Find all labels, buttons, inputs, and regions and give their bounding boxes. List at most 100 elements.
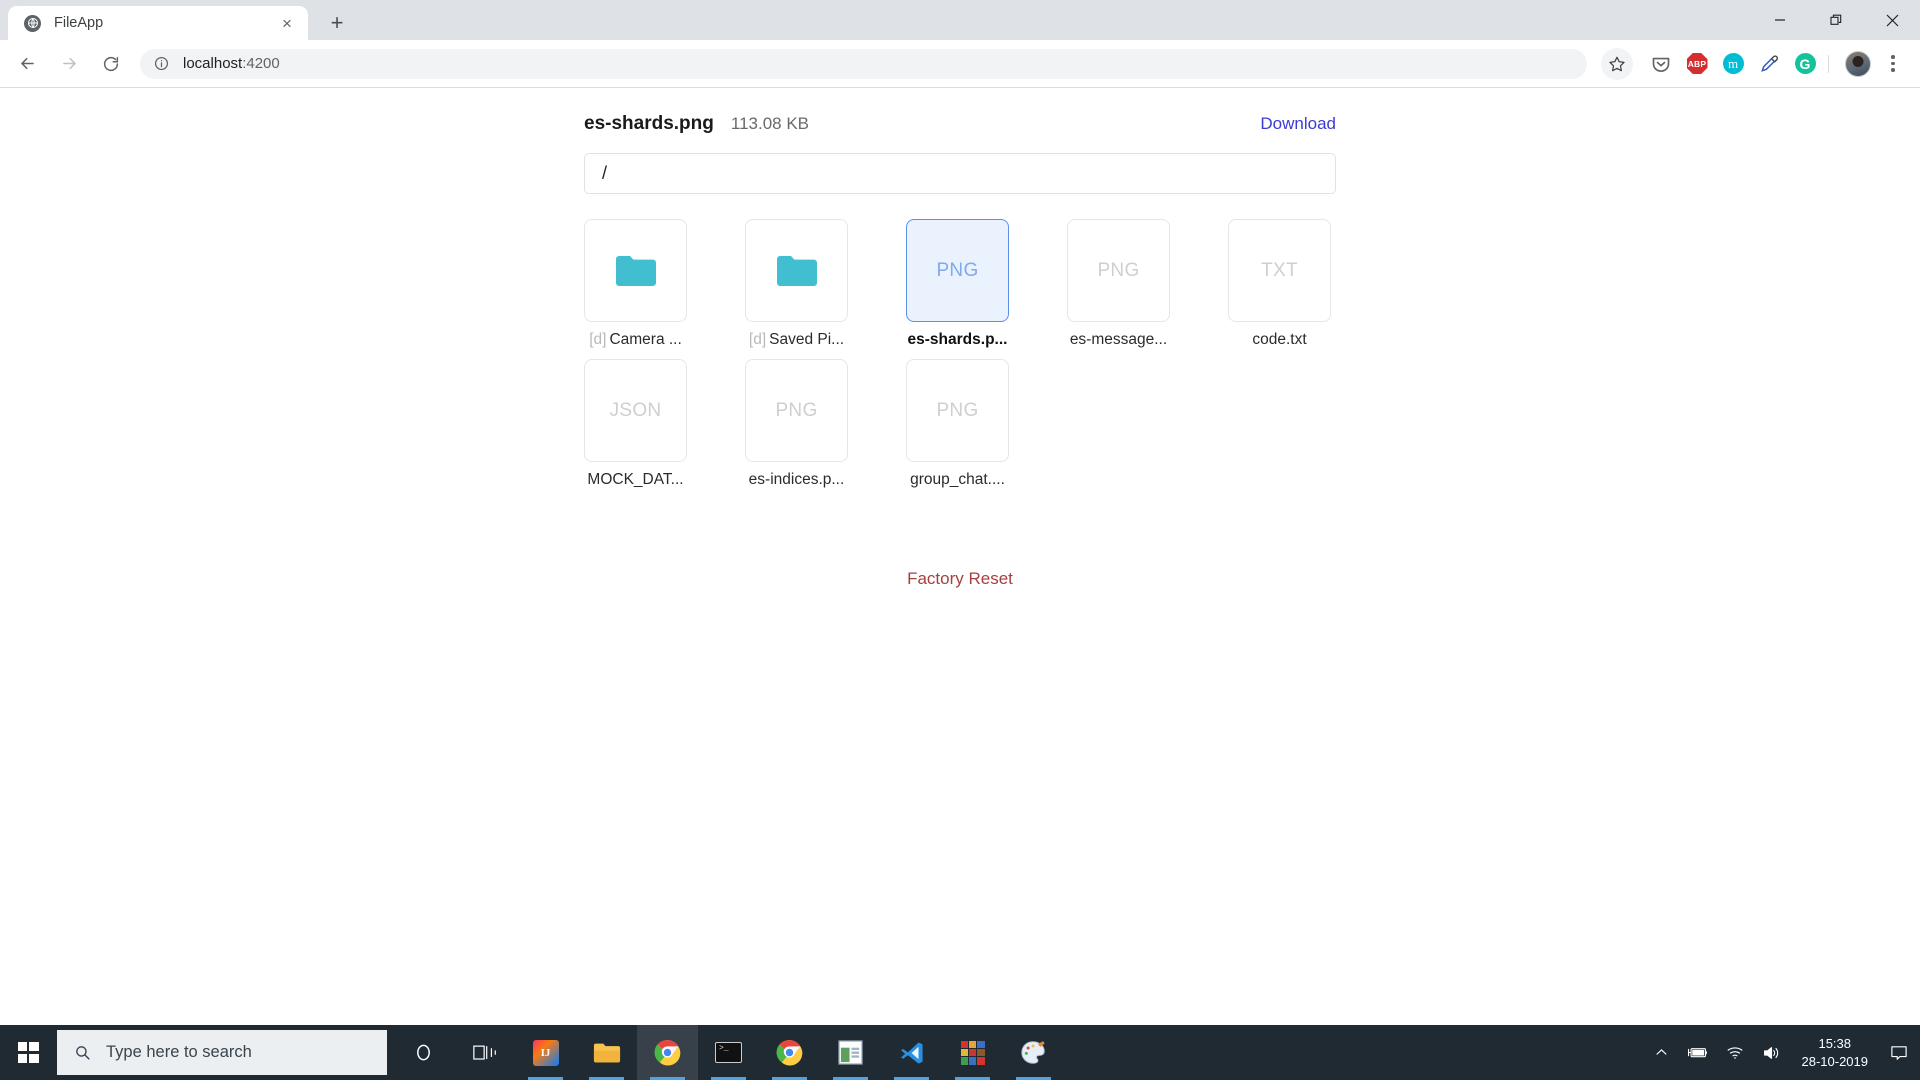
file-tile-thumbnail[interactable] — [584, 219, 687, 322]
close-icon[interactable]: × — [276, 12, 298, 34]
file-tile-thumbnail[interactable]: PNG — [906, 219, 1009, 322]
file-name-text: es-shards.p... — [907, 332, 1008, 348]
browser-tab-fileapp[interactable]: FileApp × — [8, 6, 308, 40]
avatar[interactable] — [1842, 48, 1874, 80]
pocket-icon[interactable] — [1645, 48, 1677, 80]
winrar-books-glyph — [960, 1040, 985, 1065]
momentum-icon[interactable]: m — [1717, 48, 1749, 80]
file-header: es-shards.png 113.08 KB Download — [584, 113, 1336, 141]
reload-icon[interactable] — [93, 46, 129, 82]
search-icon — [74, 1044, 91, 1061]
file-name-text: MOCK_DAT... — [587, 472, 684, 488]
show-hidden-icons-icon[interactable] — [1646, 1025, 1677, 1080]
file-tile-group-chat-png[interactable]: PNG group_chat.... — [906, 359, 1009, 499]
file-tile-label: es-indices.p... — [749, 472, 845, 488]
download-link[interactable]: Download — [1260, 114, 1336, 134]
file-tile-label: group_chat.... — [910, 472, 1005, 488]
intellij-idea-icon[interactable] — [515, 1025, 576, 1080]
file-name-text: Camera ... — [609, 332, 682, 348]
wifi-icon[interactable] — [1717, 1025, 1753, 1080]
file-name-text: es-indices.p... — [748, 472, 845, 488]
clock-time: 15:38 — [1818, 1035, 1852, 1051]
window-app-glyph — [838, 1040, 863, 1065]
battery-charging-icon[interactable] — [1677, 1025, 1717, 1080]
task-view-icon[interactable] — [454, 1025, 515, 1080]
file-tile-label: es-message... — [1070, 332, 1167, 348]
cortana-icon[interactable] — [393, 1025, 454, 1080]
file-tile-thumbnail[interactable]: PNG — [745, 359, 848, 462]
file-tile-saved-pictures[interactable]: [d] Saved Pi... — [745, 219, 848, 359]
file-extension-label: PNG — [936, 399, 979, 421]
grammarly-badge-label: G — [1794, 53, 1816, 74]
window-app-icon[interactable] — [820, 1025, 881, 1080]
winrar-icon[interactable] — [942, 1025, 1003, 1080]
globe-icon — [24, 14, 41, 32]
factory-reset-button[interactable]: Factory Reset — [907, 569, 1013, 588]
file-name-text: group_chat.... — [910, 472, 1005, 488]
browser-window: FileApp × + localhost:4200 ABP m G es-sh… — [0, 0, 1920, 1025]
file-tile-label: code.txt — [1252, 332, 1306, 348]
new-tab-button[interactable]: + — [322, 8, 352, 38]
file-tile-label: MOCK_DAT... — [587, 472, 683, 488]
bookmark-star-icon[interactable] — [1601, 47, 1633, 80]
paint-3d-icon[interactable] — [1003, 1025, 1064, 1080]
file-name-text: es-message... — [1069, 332, 1168, 348]
tab-strip: FileApp × + — [0, 0, 1920, 40]
vs-code-icon[interactable] — [881, 1025, 942, 1080]
file-tile-thumbnail[interactable]: TXT — [1228, 219, 1331, 322]
toolbar-divider — [1828, 54, 1829, 73]
file-tile-es-indices-png[interactable]: PNG es-indices.p... — [745, 359, 848, 499]
chrome-logo — [654, 1040, 681, 1066]
forward-arrow-icon[interactable] — [51, 46, 87, 82]
page-content: es-shards.png 113.08 KB Download / [d] Ca… — [0, 88, 1920, 1025]
file-tile-mock-data-json[interactable]: JSON MOCK_DAT... — [584, 359, 687, 499]
windows-start-icon[interactable] — [0, 1025, 56, 1080]
adblock-plus-icon[interactable]: ABP — [1681, 48, 1713, 80]
grammarly-icon[interactable]: G — [1789, 48, 1821, 80]
file-tile-camera[interactable]: [d] Camera ... — [584, 219, 687, 359]
file-tile-code-txt[interactable]: TXT code.txt — [1228, 219, 1331, 359]
path-input[interactable]: / — [584, 153, 1336, 194]
kebab-menu-icon[interactable] — [1878, 49, 1908, 79]
clock-date: 28-10-2019 — [1801, 1053, 1869, 1069]
google-chrome-icon[interactable] — [759, 1025, 820, 1080]
terminal-icon[interactable] — [698, 1025, 759, 1080]
tab-title: FileApp — [54, 15, 104, 31]
restore-icon[interactable] — [1808, 0, 1864, 40]
file-extension-label: PNG — [936, 259, 979, 281]
close-icon[interactable] — [1864, 0, 1920, 40]
intellij-logo — [532, 1039, 559, 1066]
selected-file-name: es-shards.png — [584, 113, 714, 134]
google-chrome-icon[interactable] — [637, 1025, 698, 1080]
window-controls — [1752, 0, 1920, 40]
taskbar-apps — [393, 1025, 1064, 1080]
search-placeholder: Type here to search — [106, 1043, 252, 1061]
file-explorer-icon[interactable] — [576, 1025, 637, 1080]
volume-icon[interactable] — [1753, 1025, 1790, 1080]
colorzilla-eyedropper-icon[interactable] — [1753, 48, 1785, 80]
file-tile-label: [d] Camera ... — [589, 332, 682, 348]
file-tile-es-shards-png[interactable]: PNG es-shards.p... — [906, 219, 1009, 359]
file-tile-thumbnail[interactable] — [745, 219, 848, 322]
back-arrow-icon[interactable] — [9, 46, 45, 82]
file-name-text: Saved Pi... — [769, 332, 845, 348]
taskbar-clock[interactable]: 15:38 28-10-2019 — [1790, 1025, 1883, 1080]
file-tile-thumbnail[interactable]: PNG — [1067, 219, 1170, 322]
file-tile-es-message-png[interactable]: PNG es-message... — [1067, 219, 1170, 359]
notifications-icon[interactable] — [1882, 1025, 1916, 1080]
info-circle-icon[interactable] — [153, 55, 170, 72]
path-input-value: / — [602, 163, 608, 183]
windows-taskbar: Type here to search IJ >_ 15:38 28-10-20… — [0, 1025, 1920, 1080]
profile-avatar-image — [1845, 50, 1871, 77]
system-tray: 15:38 28-10-2019 — [1646, 1025, 1920, 1080]
dir-tag: [d] — [748, 332, 767, 348]
folder-explorer-glyph — [593, 1043, 620, 1062]
minimize-icon[interactable] — [1752, 0, 1808, 40]
dir-tag: [d] — [589, 332, 607, 348]
search-input[interactable]: Type here to search — [57, 1030, 387, 1075]
address-bar[interactable]: localhost:4200 — [140, 48, 1587, 79]
file-tile-thumbnail[interactable]: JSON — [584, 359, 687, 462]
file-grid: [d] Camera ... [d] Saved Pi... PNG es-sh… — [584, 219, 1336, 499]
file-tile-label: [d] Saved Pi... — [749, 332, 844, 348]
file-tile-thumbnail[interactable]: PNG — [906, 359, 1009, 462]
